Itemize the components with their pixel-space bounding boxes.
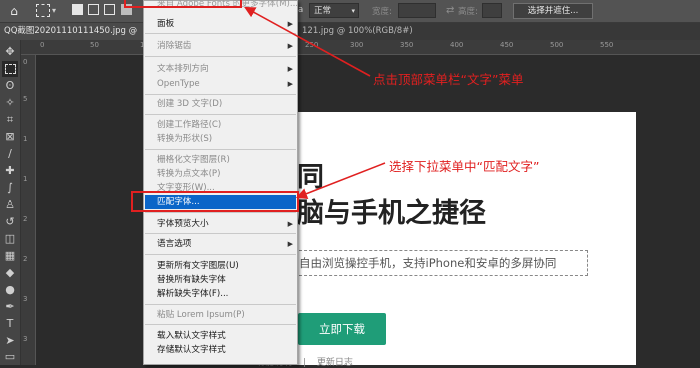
annotation-arrows [244, 6, 386, 199]
annotation-arrow-menu [295, 162, 386, 199]
annotation-top-note: 点击顶部菜单栏“文字”菜单 [373, 72, 524, 87]
annotation-menu-note: 选择下拉菜单中“匹配文字” [389, 159, 540, 174]
annotation-arrow-top [244, 6, 371, 77]
